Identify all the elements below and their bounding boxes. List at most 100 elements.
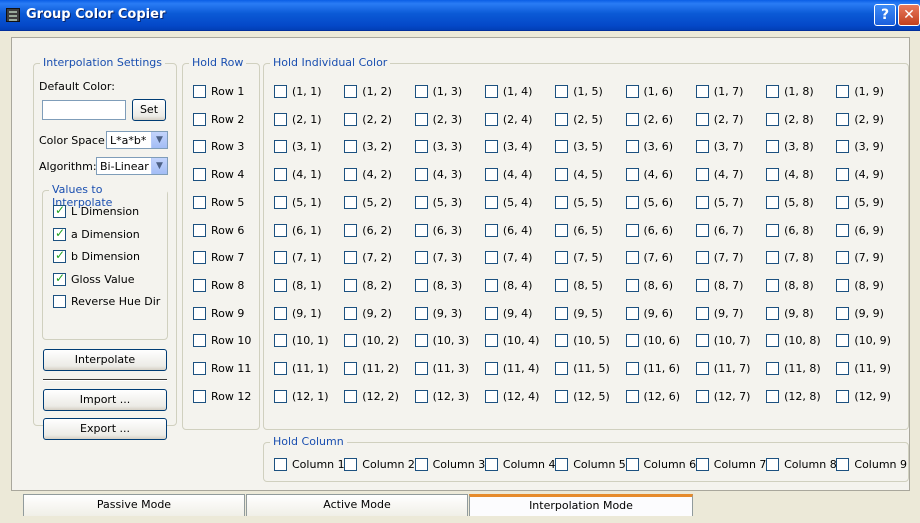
close-button[interactable]: ✕	[898, 4, 920, 26]
checkbox[interactable]	[766, 458, 780, 471]
checkbox[interactable]	[766, 140, 780, 154]
checkbox[interactable]	[766, 334, 780, 348]
help-button[interactable]: ?	[874, 4, 896, 26]
checkbox[interactable]	[193, 112, 206, 126]
checkbox[interactable]	[555, 362, 569, 375]
checkbox[interactable]	[625, 195, 639, 209]
checkbox[interactable]	[836, 223, 850, 237]
checkbox[interactable]	[344, 223, 358, 237]
checkbox[interactable]	[625, 278, 639, 292]
checkbox[interactable]	[555, 195, 569, 209]
checkbox[interactable]	[193, 168, 206, 182]
algorithm-select[interactable]: Bi-Linear ▼	[96, 157, 168, 175]
checkbox[interactable]	[344, 362, 358, 375]
checkbox[interactable]	[766, 112, 780, 126]
checkbox[interactable]	[836, 334, 850, 348]
checkbox[interactable]	[836, 168, 850, 182]
checkbox[interactable]	[695, 458, 709, 471]
checkbox[interactable]	[625, 362, 639, 375]
title-bar[interactable]: Group Color Copier ? ✕	[0, 0, 920, 31]
checkbox[interactable]	[836, 306, 850, 320]
checkbox[interactable]	[193, 251, 206, 265]
checkbox[interactable]	[274, 195, 287, 209]
checkbox[interactable]	[695, 140, 709, 154]
checkbox[interactable]	[555, 334, 569, 348]
checkbox[interactable]	[836, 278, 850, 292]
checkbox[interactable]	[414, 389, 428, 403]
tab-active-mode[interactable]: Active Mode	[246, 494, 468, 516]
export-button[interactable]: Export ...	[43, 418, 167, 440]
checkbox[interactable]	[344, 112, 358, 126]
checkbox[interactable]	[766, 306, 780, 320]
default-color-field[interactable]	[42, 100, 126, 120]
checkbox[interactable]	[836, 112, 850, 126]
checkbox[interactable]	[484, 362, 498, 375]
checkbox[interactable]	[484, 458, 498, 471]
checkbox[interactable]	[414, 362, 428, 375]
checkbox[interactable]	[53, 295, 66, 308]
checkbox[interactable]	[484, 223, 498, 237]
checkbox[interactable]	[695, 251, 709, 265]
checkbox[interactable]	[414, 334, 428, 348]
checkbox[interactable]	[555, 168, 569, 182]
checkbox[interactable]	[274, 112, 287, 126]
checkbox[interactable]	[193, 334, 206, 348]
checkbox[interactable]	[766, 251, 780, 265]
checkbox[interactable]	[836, 458, 850, 471]
checkbox[interactable]	[484, 112, 498, 126]
checkbox[interactable]	[484, 389, 498, 403]
checkbox[interactable]	[836, 140, 850, 154]
checkbox[interactable]	[555, 85, 569, 98]
checkbox[interactable]	[274, 140, 287, 154]
checkbox[interactable]	[274, 85, 287, 98]
checkbox[interactable]	[193, 223, 206, 237]
checkbox[interactable]	[274, 362, 287, 375]
checkbox[interactable]	[344, 306, 358, 320]
checkbox[interactable]	[53, 203, 66, 218]
checkbox[interactable]	[193, 85, 206, 98]
checkbox[interactable]	[274, 251, 287, 265]
import-button[interactable]: Import ...	[43, 389, 167, 411]
checkbox[interactable]	[274, 306, 287, 320]
checkbox[interactable]	[625, 85, 639, 98]
tab-interpolation-mode[interactable]: Interpolation Mode	[469, 494, 693, 516]
checkbox[interactable]	[625, 223, 639, 237]
checkbox[interactable]	[193, 195, 206, 209]
checkbox[interactable]	[414, 458, 428, 471]
checkbox[interactable]	[414, 140, 428, 154]
checkbox[interactable]	[344, 278, 358, 292]
checkbox[interactable]	[193, 306, 206, 320]
checkbox[interactable]	[484, 251, 498, 265]
checkbox[interactable]	[695, 334, 709, 348]
checkbox[interactable]	[695, 112, 709, 126]
checkbox[interactable]	[555, 458, 569, 471]
checkbox[interactable]	[766, 389, 780, 403]
checkbox[interactable]	[414, 278, 428, 292]
set-button[interactable]: Set	[132, 99, 166, 121]
checkbox[interactable]	[53, 248, 66, 263]
checkbox[interactable]	[484, 85, 498, 98]
checkbox[interactable]	[836, 85, 850, 98]
checkbox[interactable]	[344, 458, 358, 471]
checkbox[interactable]	[836, 195, 850, 209]
checkbox[interactable]	[344, 85, 358, 98]
checkbox[interactable]	[344, 334, 358, 348]
checkbox[interactable]	[766, 195, 780, 209]
color-space-select[interactable]: L*a*b* ▼	[106, 131, 168, 149]
checkbox[interactable]	[695, 278, 709, 292]
checkbox[interactable]	[193, 389, 206, 403]
checkbox[interactable]	[695, 306, 709, 320]
checkbox[interactable]	[414, 223, 428, 237]
checkbox[interactable]	[414, 168, 428, 182]
checkbox[interactable]	[274, 334, 287, 348]
checkbox[interactable]	[484, 195, 498, 209]
checkbox[interactable]	[484, 334, 498, 348]
checkbox[interactable]	[695, 389, 709, 403]
checkbox[interactable]	[344, 251, 358, 265]
checkbox[interactable]	[695, 223, 709, 237]
checkbox[interactable]	[766, 278, 780, 292]
tab-passive-mode[interactable]: Passive Mode	[23, 494, 245, 516]
checkbox[interactable]	[695, 195, 709, 209]
checkbox[interactable]	[555, 140, 569, 154]
checkbox[interactable]	[555, 306, 569, 320]
